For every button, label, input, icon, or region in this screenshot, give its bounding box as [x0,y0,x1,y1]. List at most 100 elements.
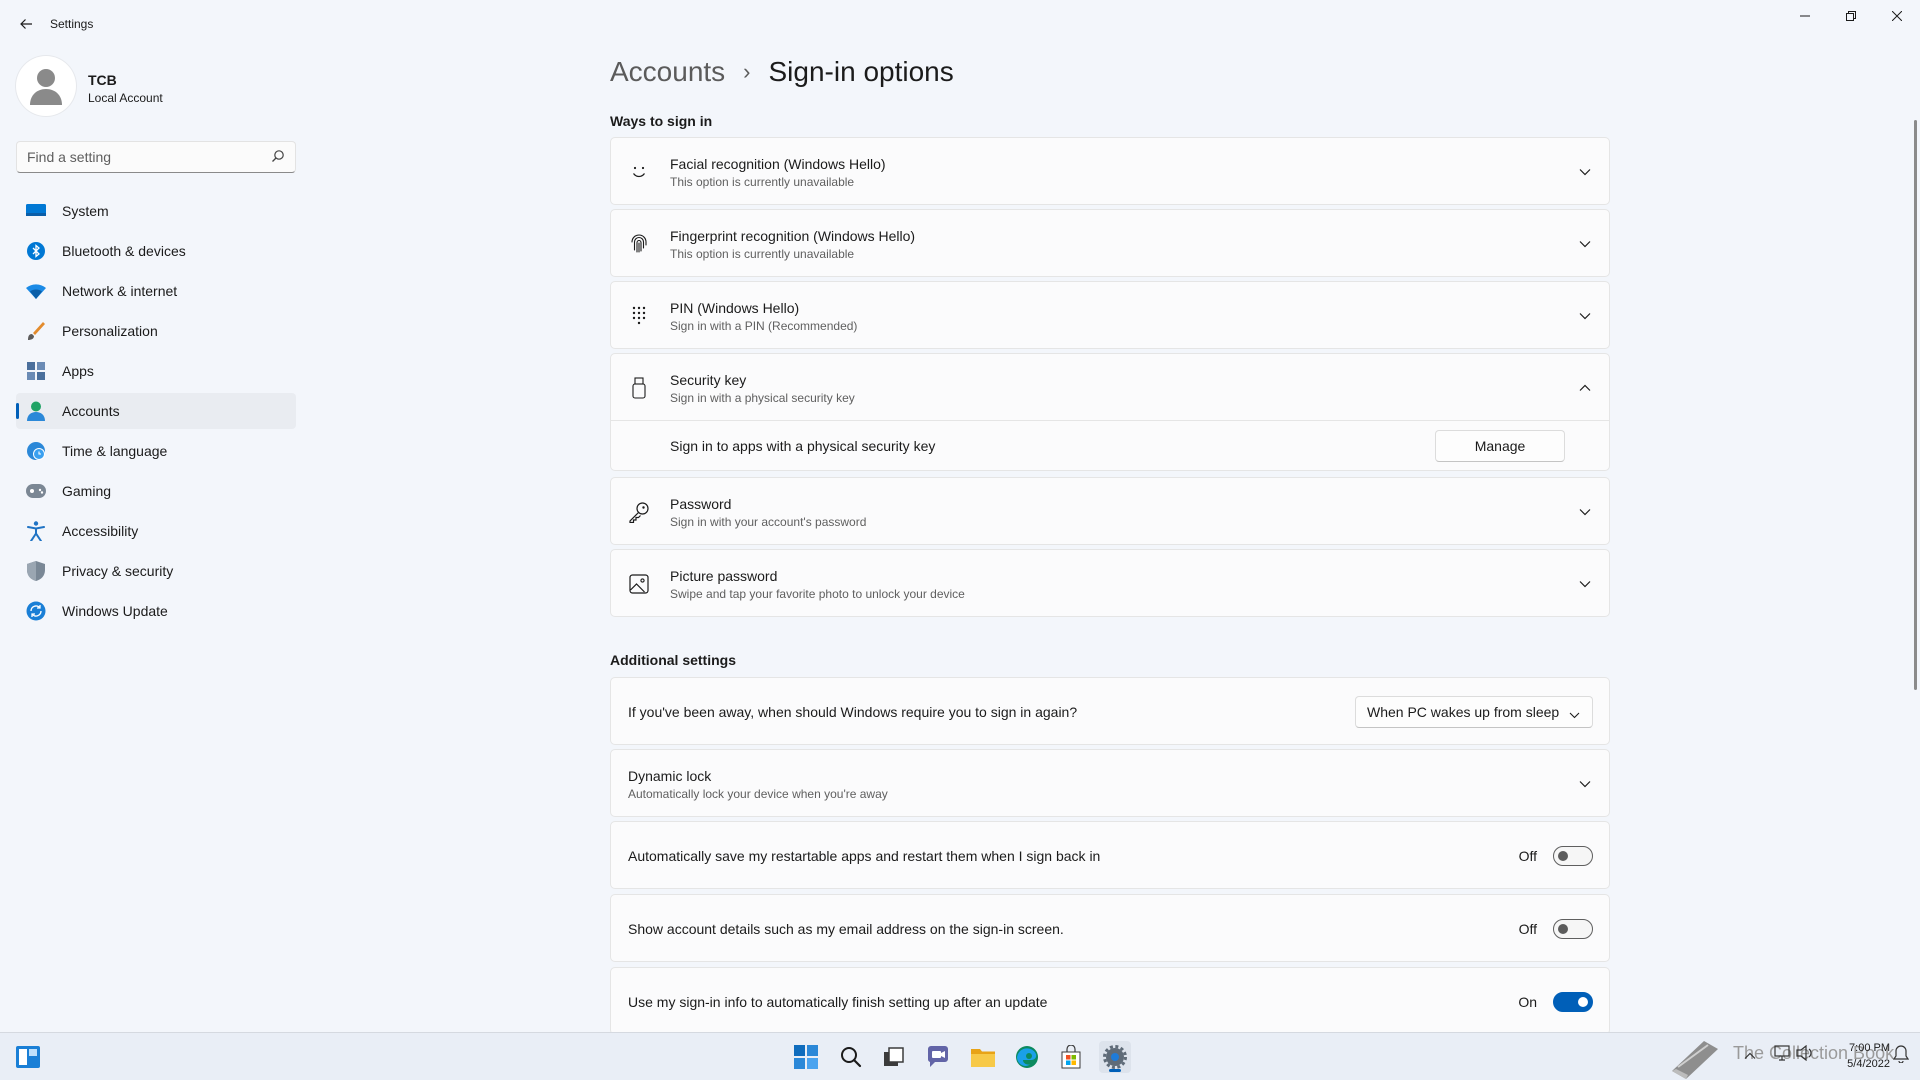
search-icon[interactable] [271,149,285,163]
chevron-down-icon[interactable] [1577,308,1593,324]
sidebar-item-bluetooth[interactable]: Bluetooth & devices [16,233,296,269]
file-explorer-button[interactable] [967,1041,999,1073]
security-key-card[interactable]: Security key Sign in with a physical sec… [610,353,1610,421]
shield-icon [26,561,46,581]
dynamic-lock-card[interactable]: Dynamic lock Automatically lock your dev… [610,749,1610,817]
tray-chevron-icon[interactable] [1744,1047,1756,1063]
restart-apps-toggle[interactable] [1553,846,1593,866]
chevron-down-icon[interactable] [1577,164,1593,180]
breadcrumb-parent[interactable]: Accounts [610,56,725,88]
settings-icon [1103,1045,1127,1069]
pin-card[interactable]: PIN (Windows Hello) Sign in with a PIN (… [610,281,1610,349]
app-title: Settings [50,17,94,31]
use-sign-in-info-toggle[interactable] [1553,992,1593,1012]
chevron-down-icon[interactable] [1577,576,1593,592]
sidebar-item-windows-update[interactable]: Windows Update [16,593,296,629]
toggle-state-label: On [1518,994,1537,1010]
start-button[interactable] [790,1041,822,1073]
sidebar-item-accounts[interactable]: Accounts [16,393,296,429]
vertical-scrollbar[interactable] [1914,120,1917,690]
account-details-label: Show account details such as my email ad… [628,921,1064,937]
card-title: Security key [670,372,747,388]
settings-app-button[interactable] [1099,1041,1131,1073]
system-clock[interactable]: 7:00 PM 5/4/2022 [1847,1040,1890,1072]
back-arrow-icon [20,19,32,29]
security-key-detail: Sign in to apps with a physical security… [610,421,1610,471]
sidebar-item-accessibility[interactable]: Accessibility [16,513,296,549]
toggle-knob [1578,997,1588,1007]
task-view-icon [884,1047,904,1066]
breadcrumb: Accounts › Sign-in options [610,56,954,88]
minimize-icon [1800,15,1810,17]
manage-button[interactable]: Manage [1435,430,1565,462]
sidebar-item-personalization[interactable]: Personalization [16,313,296,349]
gamepad-icon [26,481,46,501]
wifi-icon [26,281,46,301]
chat-button[interactable] [922,1041,954,1073]
keypad-icon [627,304,651,328]
restart-apps-toggle-group: Off [1519,846,1593,866]
use-sign-in-info-card: Use my sign-in info to automatically fin… [610,967,1610,1035]
chevron-down-icon[interactable] [1577,776,1593,792]
sidebar-item-label: Accessibility [62,523,139,539]
sidebar-item-network[interactable]: Network & internet [16,273,296,309]
network-tray-icon[interactable] [1774,1045,1792,1064]
update-icon [26,601,46,621]
dropdown-selected-value: When PC wakes up from sleep [1367,704,1560,720]
profile-name: TCB [88,72,117,88]
require-sign-in-dropdown[interactable]: When PC wakes up from sleep [1355,696,1593,728]
card-subtitle: Swipe and tap your favorite photo to unl… [670,587,965,601]
edge-button[interactable] [1011,1041,1043,1073]
widgets-button[interactable] [12,1041,44,1073]
facial-recognition-card[interactable]: Facial recognition (Windows Hello) This … [610,137,1610,205]
user-profile[interactable]: TCB Local Account [16,56,296,120]
title-bar: Settings [0,0,1920,48]
close-button[interactable] [1874,0,1920,32]
sidebar-item-apps[interactable]: Apps [16,353,296,389]
minimize-button[interactable] [1782,0,1828,32]
avatar [16,56,76,116]
fingerprint-recognition-card[interactable]: Fingerprint recognition (Windows Hello) … [610,209,1610,277]
sidebar-item-label: Windows Update [62,603,168,619]
card-subtitle: Sign in with a physical security key [670,391,855,405]
notification-bell-icon[interactable] [1892,1045,1910,1066]
image-icon [627,572,651,596]
task-view-button[interactable] [878,1041,910,1073]
account-details-toggle[interactable] [1553,919,1593,939]
chat-icon [927,1046,948,1067]
file-explorer-icon [971,1049,995,1067]
volume-tray-icon[interactable] [1796,1044,1814,1064]
sidebar-item-system[interactable]: System [16,193,296,229]
picture-password-card[interactable]: Picture password Swipe and tap your favo… [610,549,1610,617]
password-card[interactable]: Password Sign in with your account's pas… [610,477,1610,545]
back-button[interactable] [14,12,38,36]
taskbar-search-button[interactable] [835,1041,867,1073]
chevron-down-icon[interactable] [1577,504,1593,520]
book-icon [1672,1041,1718,1079]
sidebar-item-privacy-security[interactable]: Privacy & security [16,553,296,589]
card-title: Facial recognition (Windows Hello) [670,156,886,172]
user-placeholder-icon [30,69,62,105]
sidebar-item-label: Accounts [62,403,120,419]
fingerprint-icon [627,232,651,256]
account-details-card: Show account details such as my email ad… [610,894,1610,962]
sidebar-item-gaming[interactable]: Gaming [16,473,296,509]
sidebar-item-label: Network & internet [62,283,178,299]
breadcrumb-separator: › [743,59,751,84]
card-title: Fingerprint recognition (Windows Hello) [670,228,916,244]
store-icon [1061,1045,1081,1069]
globe-clock-icon [26,441,46,461]
chevron-up-icon[interactable] [1577,380,1593,396]
restore-button[interactable] [1828,0,1874,32]
sidebar-item-time-language[interactable]: Time & language [16,433,296,469]
taskbar: The Collection Book 7:00 PM 5/4/2022 [0,1032,1920,1080]
search-input[interactable] [17,142,257,172]
chevron-down-icon[interactable] [1577,236,1593,252]
store-button[interactable] [1055,1041,1087,1073]
toggle-knob [1558,924,1568,934]
card-title: Picture password [670,568,778,584]
page-title: Sign-in options [768,56,954,87]
card-title: Dynamic lock [628,768,712,784]
search-icon [841,1047,862,1068]
clock-date: 5/4/2022 [1847,1058,1890,1070]
